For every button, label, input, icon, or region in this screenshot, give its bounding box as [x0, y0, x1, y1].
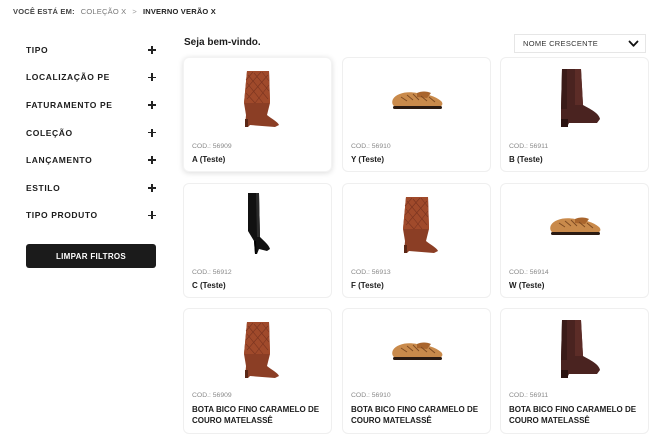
plus-icon[interactable]: [148, 100, 156, 109]
filter-label: LOCALIZAÇÃO PE: [26, 72, 110, 83]
product-card[interactable]: COD.: 56911 B (Teste): [500, 57, 649, 172]
product-card[interactable]: COD.: 56909 A (Teste): [183, 57, 332, 172]
product-name: C (Teste): [192, 281, 226, 290]
product-code: COD.: 56914: [509, 269, 549, 276]
filter-label: ESTILO: [26, 182, 61, 193]
product-code: COD.: 56909: [192, 143, 232, 150]
filter-label: LANÇAMENTO: [26, 155, 93, 166]
product-code: COD.: 56910: [351, 143, 391, 150]
product-name: Y (Teste): [351, 155, 385, 164]
loafer-icon: [343, 309, 490, 391]
product-name: B (Teste): [509, 155, 543, 164]
filter-lancamento[interactable]: LANÇAMENTO: [26, 146, 156, 174]
tall-heel-boot-icon: [184, 184, 331, 266]
product-name: W (Teste): [509, 281, 545, 290]
chevron-down-icon: [628, 40, 639, 47]
clear-filters-button[interactable]: LIMPAR FILTROS: [26, 244, 156, 268]
filter-sidebar: TIPO LOCALIZAÇÃO PE FATURAMENTO PE COLEÇ…: [26, 36, 156, 229]
product-code: COD.: 56913: [351, 269, 391, 276]
breadcrumb-separator: >: [132, 7, 137, 16]
filter-label: FATURAMENTO PE: [26, 99, 113, 110]
folded-boot-icon: [184, 58, 331, 140]
plus-icon[interactable]: [148, 45, 156, 54]
loafer-icon: [343, 58, 490, 140]
filter-label: TIPO: [26, 44, 49, 55]
product-card[interactable]: COD.: 56911 BOTA BICO FINO CARAMELO DE CO…: [500, 308, 649, 434]
sort-selected-value: NOME CRESCENTE: [523, 39, 599, 48]
chelsea-boot-icon: [501, 309, 648, 391]
filter-tipo-produto[interactable]: TIPO PRODUTO: [26, 202, 156, 230]
product-code: COD.: 56910: [351, 392, 391, 399]
filter-label: TIPO PRODUTO: [26, 210, 98, 221]
chelsea-boot-icon: [501, 58, 648, 140]
product-card[interactable]: COD.: 56914 W (Teste): [500, 183, 649, 298]
breadcrumb-lead: VOCÊ ESTÁ EM:: [13, 7, 75, 16]
product-code: COD.: 56912: [192, 269, 232, 276]
welcome-heading: Seja bem-vindo.: [184, 37, 261, 48]
folded-boot-icon: [184, 309, 331, 391]
breadcrumb-current: INVERNO VERÃO X: [142, 7, 216, 16]
filter-label: COLEÇÃO: [26, 127, 73, 138]
loafer-icon: [501, 184, 648, 266]
filter-estilo[interactable]: ESTILO: [26, 174, 156, 202]
filter-localizacao[interactable]: LOCALIZAÇÃO PE: [26, 64, 156, 92]
product-card[interactable]: COD.: 56913 F (Teste): [342, 183, 491, 298]
filter-tipo[interactable]: TIPO: [26, 36, 156, 64]
plus-icon[interactable]: [148, 128, 156, 137]
filter-faturamento[interactable]: FATURAMENTO PE: [26, 91, 156, 119]
product-code: COD.: 56911: [509, 143, 549, 150]
product-name: F (Teste): [351, 281, 384, 290]
product-name: BOTA BICO FINO CARAMELO DE COURO MATELAS…: [509, 405, 637, 425]
product-name: BOTA BICO FINO CARAMELO DE COURO MATELAS…: [192, 405, 320, 425]
product-name: A (Teste): [192, 155, 226, 164]
product-card[interactable]: COD.: 56910 Y (Teste): [342, 57, 491, 172]
product-card[interactable]: COD.: 56909 BOTA BICO FINO CARAMELO DE CO…: [183, 308, 332, 434]
product-card[interactable]: COD.: 56912 C (Teste): [183, 183, 332, 298]
sort-select[interactable]: NOME CRESCENTE: [514, 34, 646, 53]
breadcrumb: VOCÊ ESTÁ EM: COLEÇÃO X > INVERNO VERÃO …: [13, 7, 216, 16]
plus-icon[interactable]: [148, 73, 156, 82]
product-card[interactable]: COD.: 56910 BOTA BICO FINO CARAMELO DE CO…: [342, 308, 491, 434]
breadcrumb-link-collection[interactable]: COLEÇÃO X: [81, 7, 127, 16]
product-name: BOTA BICO FINO CARAMELO DE COURO MATELAS…: [351, 405, 479, 425]
filter-colecao[interactable]: COLEÇÃO: [26, 119, 156, 147]
product-code: COD.: 56911: [509, 392, 549, 399]
plus-icon[interactable]: [148, 183, 156, 192]
plus-icon[interactable]: [148, 211, 156, 220]
folded-boot-icon: [343, 184, 490, 266]
plus-icon[interactable]: [148, 156, 156, 165]
product-code: COD.: 56909: [192, 392, 232, 399]
